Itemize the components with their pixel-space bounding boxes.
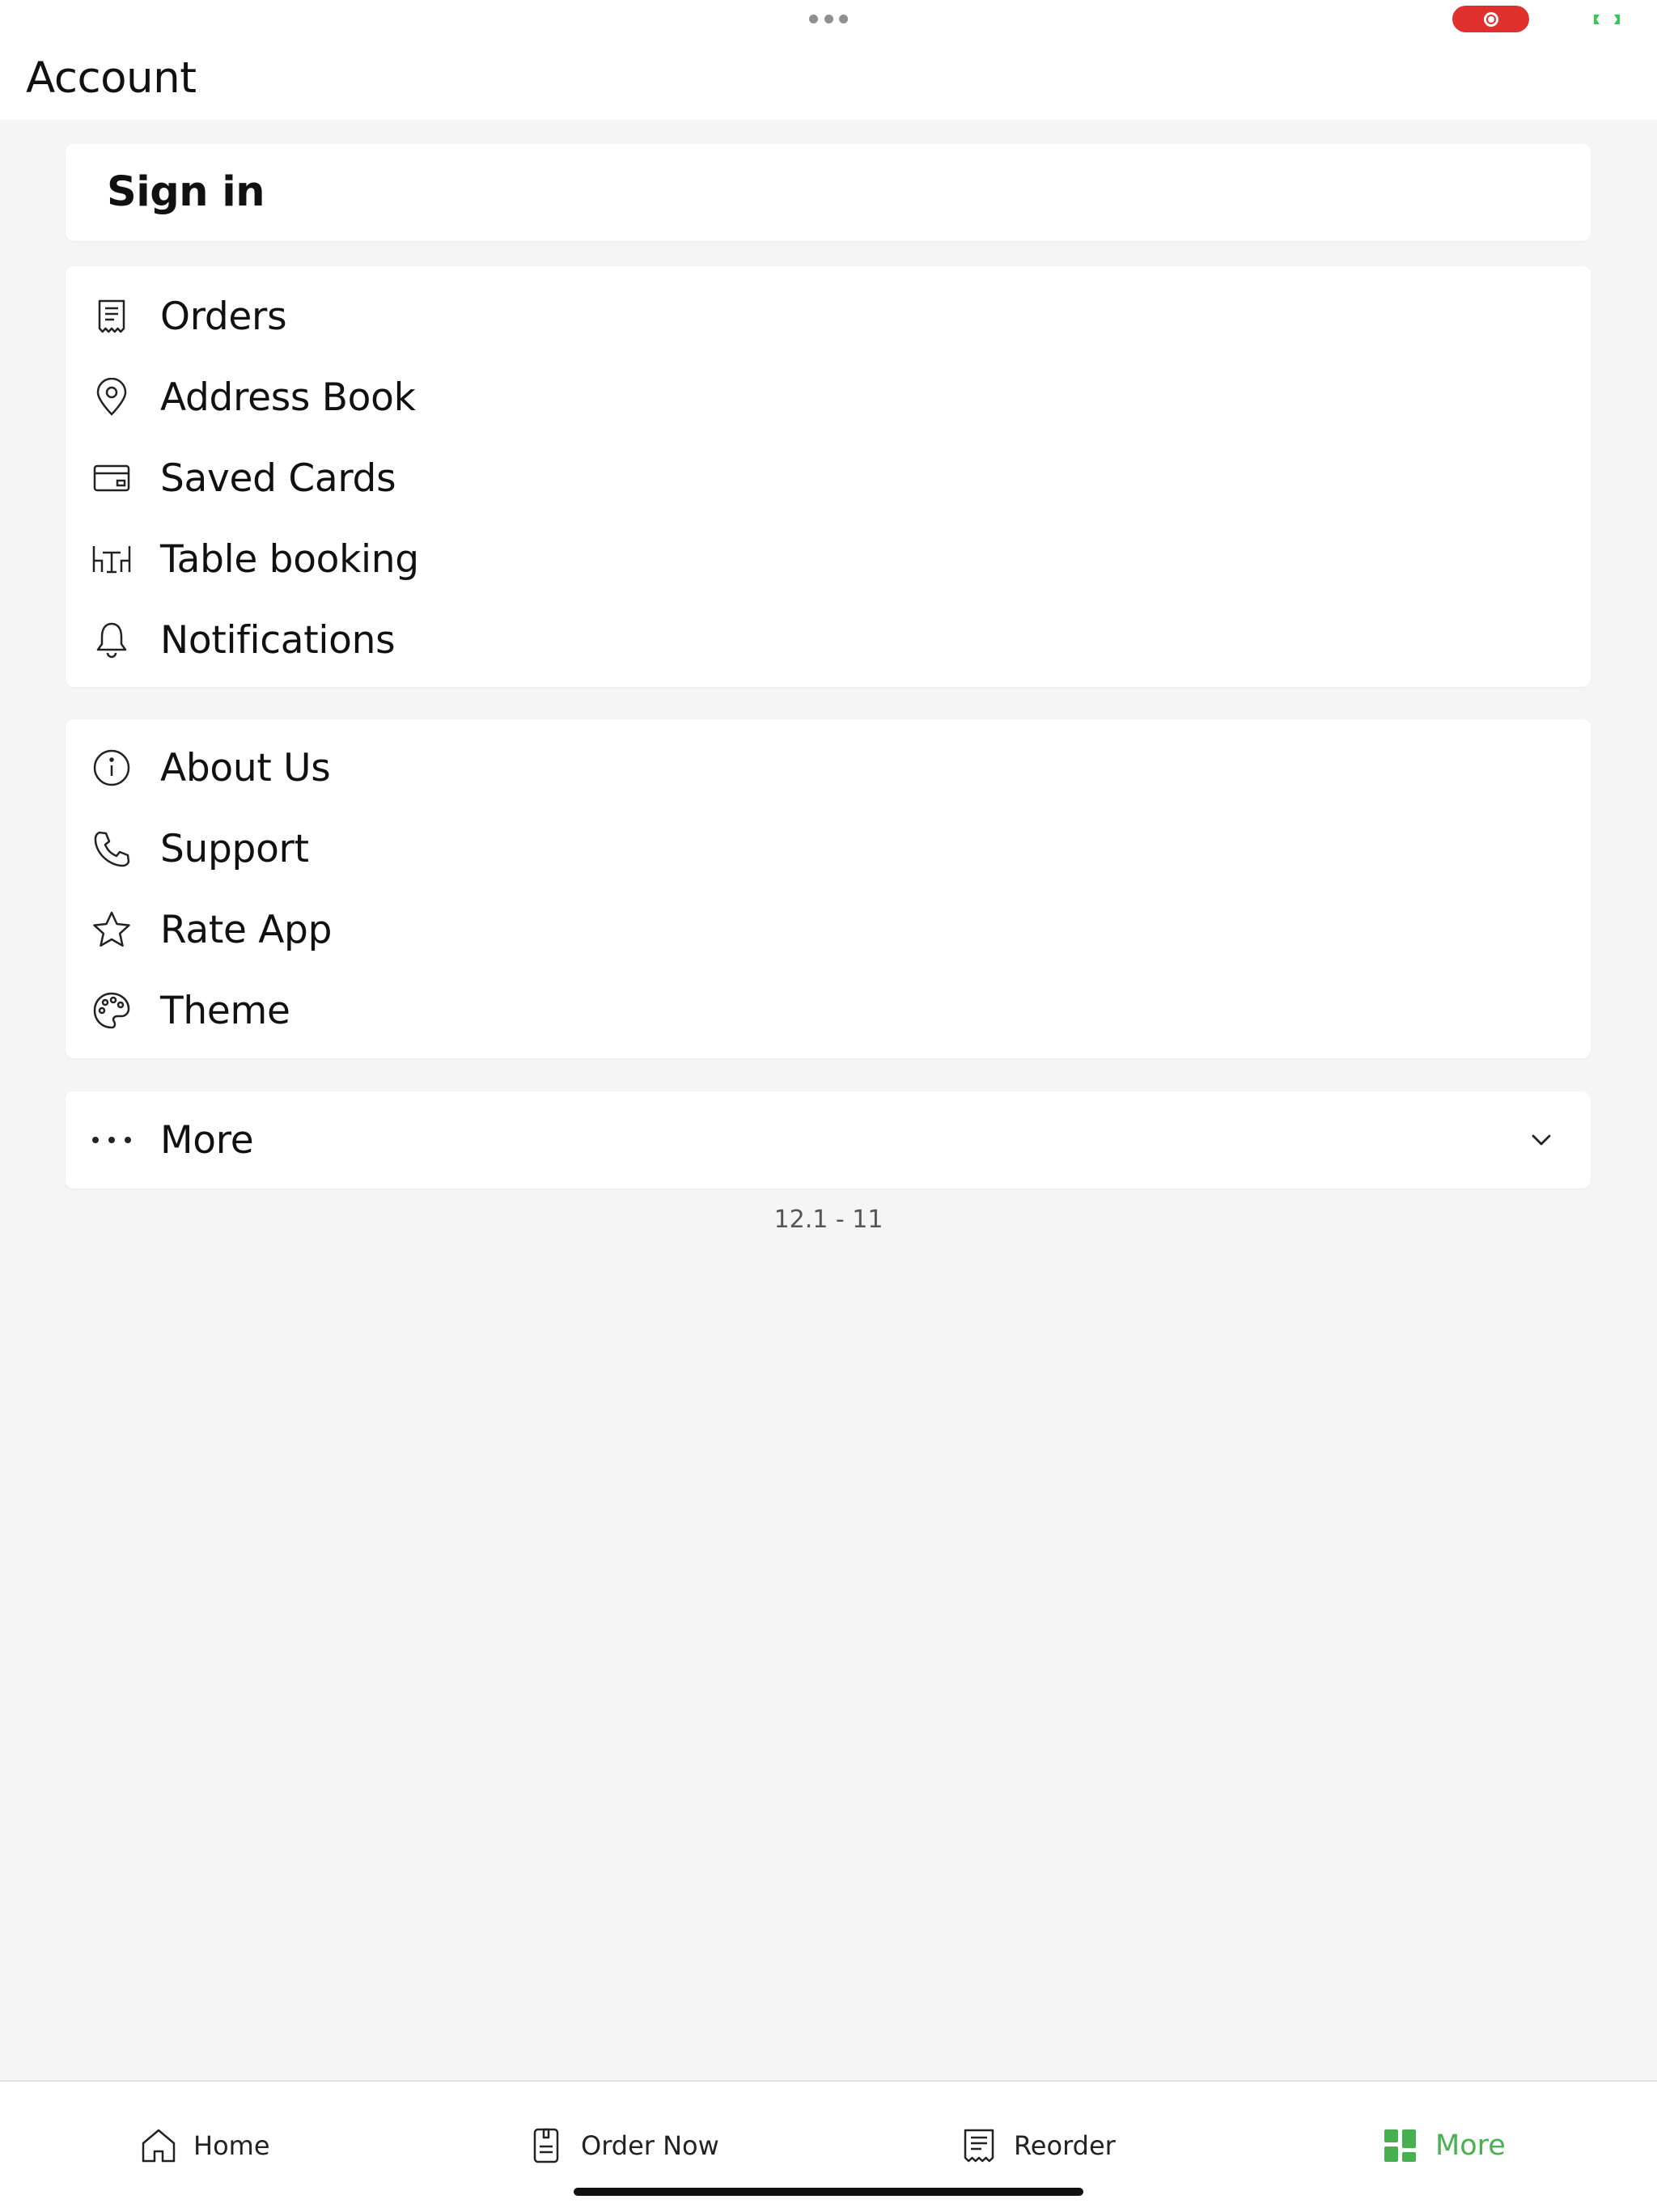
record-icon [1483,11,1498,27]
menu-item-rate-app[interactable]: Rate App [66,889,1591,970]
more-section-label: More [160,1117,254,1163]
tab-order-now[interactable]: Order Now [528,2124,719,2168]
battery-icon [1594,15,1620,24]
card-icon [91,458,132,498]
menu-item-label: Rate App [160,907,333,952]
menu-item-label: Theme [160,988,290,1033]
home-icon [142,2129,176,2163]
grid-icon [1384,2129,1416,2162]
more-section-header[interactable]: More [66,1100,1591,1180]
sign-in-card[interactable]: Sign in [66,144,1591,241]
receipt-icon [91,296,132,337]
ellipsis-icon [91,1120,132,1160]
page-title: Account [26,53,197,103]
menu-item-table-booking[interactable]: Table booking [66,519,1591,600]
menu-item-label: Notifications [160,617,396,663]
menu-item-address-book[interactable]: Address Book [66,357,1591,438]
star-icon [91,909,132,950]
menu-item-saved-cards[interactable]: Saved Cards [66,438,1591,519]
menu-item-label: About Us [160,745,331,790]
menu-item-label: Orders [160,294,287,339]
menu-item-label: Address Book [160,375,416,420]
menu-item-label: Support [160,826,309,871]
header: Account [0,0,1657,120]
sign-in-label: Sign in [107,168,265,216]
info-icon [91,748,132,788]
menu-item-label: Saved Cards [160,456,396,501]
phone-icon [91,828,132,869]
tab-home[interactable]: Home [140,2124,270,2168]
menu-item-notifications[interactable]: Notifications [66,600,1591,680]
tab-reorder[interactable]: Reorder [960,2124,1116,2168]
table-icon [91,539,132,579]
menu-item-orders[interactable]: Orders [66,276,1591,357]
bell-icon [91,620,132,660]
palette-icon [91,990,132,1031]
order-icon [533,2128,559,2163]
info-menu: About Us Support Rate App Theme [66,719,1591,1058]
tab-label: More [1435,2129,1506,2162]
menu-item-label: Table booking [160,536,419,582]
tab-label: Reorder [1014,2130,1116,2161]
tab-more[interactable]: More [1382,2124,1506,2168]
home-indicator[interactable] [574,2188,1083,2196]
tab-label: Order Now [581,2130,719,2161]
menu-item-theme[interactable]: Theme [66,970,1591,1051]
more-section[interactable]: More [66,1091,1591,1189]
menu-item-about-us[interactable]: About Us [66,727,1591,808]
screen-recording-indicator[interactable] [1452,6,1529,32]
app-version: 12.1 - 11 [773,1206,884,1234]
menu-item-support[interactable]: Support [66,808,1591,889]
multitasking-handle[interactable] [809,13,848,24]
reorder-icon [964,2129,994,2163]
account-menu: Orders Address Book Saved Cards Table bo… [66,266,1591,687]
chevron-down-icon[interactable] [1529,1128,1553,1152]
tab-label: Home [193,2130,270,2161]
location-pin-icon [91,377,132,417]
